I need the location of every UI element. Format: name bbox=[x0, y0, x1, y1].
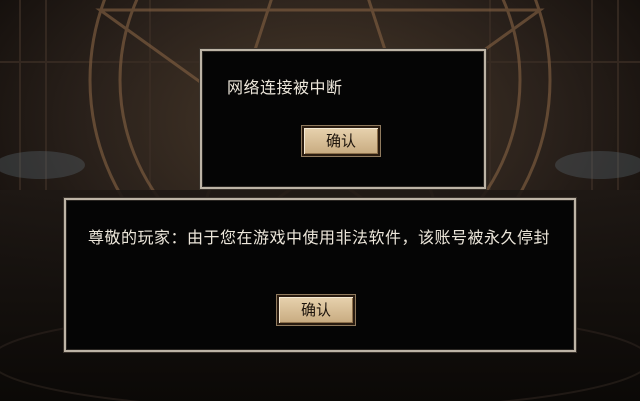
network-disconnected-dialog: 网络连接被中断 确认 bbox=[200, 49, 486, 189]
ban-message: 尊敬的玩家：由于您在游戏中使用非法软件，该账号被永久停封 bbox=[88, 228, 551, 247]
account-ban-dialog: 尊敬的玩家：由于您在游戏中使用非法软件，该账号被永久停封 确认 bbox=[64, 198, 576, 352]
confirm-button[interactable]: 确认 bbox=[277, 295, 355, 325]
confirm-button[interactable]: 确认 bbox=[302, 126, 380, 156]
network-message: 网络连接被中断 bbox=[227, 78, 343, 97]
game-screen: 网络连接被中断 确认 尊敬的玩家：由于您在游戏中使用非法软件，该账号被永久停封 … bbox=[0, 0, 640, 401]
